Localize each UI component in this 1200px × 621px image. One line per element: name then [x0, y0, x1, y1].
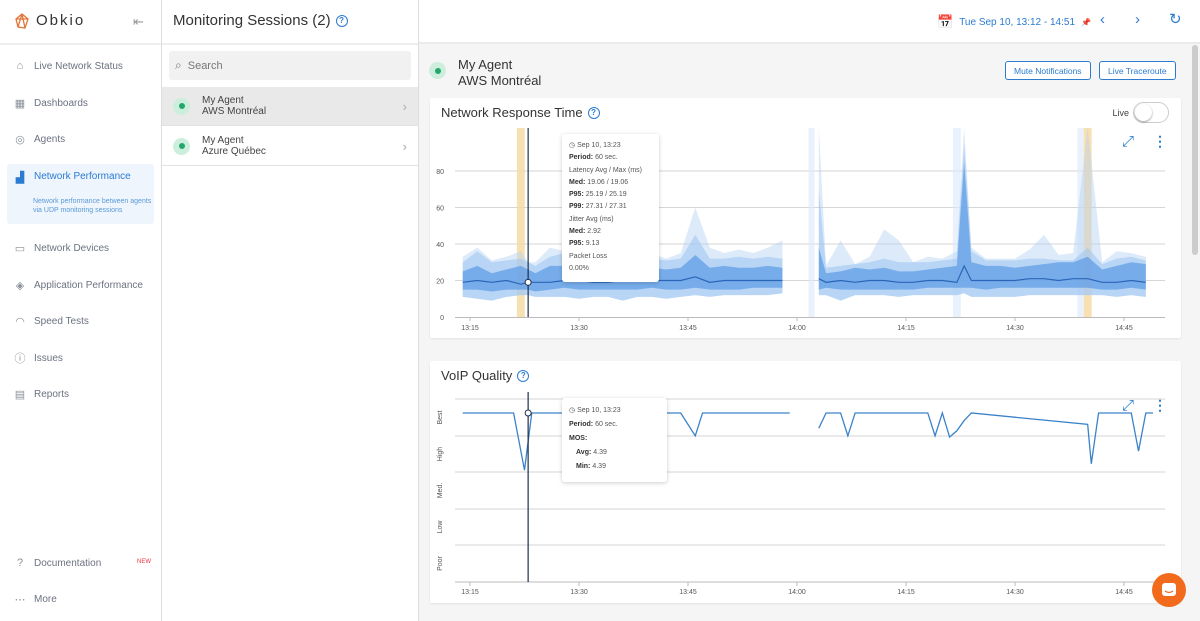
value: 4.39	[593, 449, 607, 456]
avg-row: Avg: 4.39	[569, 446, 660, 460]
loss-title: Packet Loss	[569, 253, 608, 261]
p95-row: P95: 25.19 / 25.19	[569, 189, 652, 201]
value: 9.13	[585, 239, 600, 247]
label: Period:	[569, 153, 594, 161]
latency-tooltip: ◷ Sep 10, 13:23 Period: 60 sec. Latency …	[562, 134, 659, 282]
jitter-title: Jitter Avg (ms)	[569, 216, 614, 224]
scrollbar[interactable]	[1192, 45, 1198, 255]
label: Med:	[569, 179, 586, 187]
spike-highlight	[808, 128, 815, 317]
y-tick-label: 20	[436, 279, 444, 286]
y-tick-label: 60	[436, 206, 444, 213]
jitter-p95-row: P95: 9.13	[569, 238, 652, 250]
expand-icon[interactable]: ⤢	[1122, 397, 1134, 414]
value: 19.06 / 19.06	[587, 179, 629, 187]
period-row: Period: 60 sec.	[569, 418, 660, 432]
jitter-med-row: Med: 2.92	[569, 226, 652, 238]
label: MOS:	[569, 435, 588, 442]
period-row: Period: 60 sec.	[569, 152, 652, 164]
mos-row: MOS:	[569, 432, 660, 446]
x-tick-label: 14:30	[1006, 325, 1024, 332]
x-tick-label: 13:15	[461, 325, 479, 332]
y-tick-label: 40	[436, 242, 444, 249]
label: Med:	[569, 227, 586, 235]
y-tick-label: 80	[436, 169, 444, 176]
p99-row: P99: 27.31 / 27.31	[569, 201, 652, 213]
label: P95:	[569, 239, 584, 247]
voip-tooltip: ◷ Sep 10, 13:23 Period: 60 sec. MOS: Avg…	[562, 398, 667, 482]
clock-icon: ◷	[569, 142, 578, 149]
label: Avg:	[576, 449, 592, 456]
chat-icon	[1162, 583, 1176, 596]
chat-button[interactable]	[1152, 573, 1186, 607]
value: 60 sec.	[595, 153, 618, 161]
label: Min:	[576, 463, 591, 470]
network-response-time-chart[interactable]: 0 20 40 60 80 13:15 13:30 13:45 14:00 14:15 14:30 1…	[0, 0, 1200, 621]
value: 27.31 / 27.31	[585, 202, 627, 210]
med-row: Med: 19.06 / 19.06	[569, 177, 652, 189]
min-row: Min: 4.39	[569, 460, 660, 474]
x-tick-label: 14:45	[1115, 325, 1133, 332]
value: 4.39	[592, 463, 606, 470]
label: Period:	[569, 421, 594, 428]
x-tick-label: 13:30	[570, 325, 588, 332]
value: 60 sec.	[595, 421, 618, 428]
tooltip-time: ◷ Sep 10, 13:23	[569, 404, 660, 418]
loss-value: 0.00%	[569, 265, 589, 273]
cursor-point	[524, 278, 532, 286]
y-tick-label: 0	[440, 315, 444, 322]
label: P95:	[569, 190, 584, 198]
label: P99:	[569, 202, 584, 210]
time: Sep 10, 13:23	[577, 142, 621, 149]
value: 2.92	[587, 227, 601, 235]
time: Sep 10, 13:23	[577, 407, 621, 414]
x-tick-label: 14:15	[897, 325, 915, 332]
expand-icon[interactable]: ⤢	[1122, 133, 1134, 150]
tooltip-time: ◷ Sep 10, 13:23	[569, 140, 652, 152]
clock-icon: ◷	[569, 407, 578, 414]
more-vertical-icon[interactable]: ⋮	[1153, 133, 1167, 150]
x-tick-label: 14:00	[788, 325, 806, 332]
value: 25.19 / 25.19	[585, 190, 627, 198]
x-tick-label: 13:45	[679, 325, 697, 332]
more-vertical-icon[interactable]: ⋮	[1153, 397, 1167, 414]
latency-title: Latency Avg / Max (ms)	[569, 167, 643, 175]
